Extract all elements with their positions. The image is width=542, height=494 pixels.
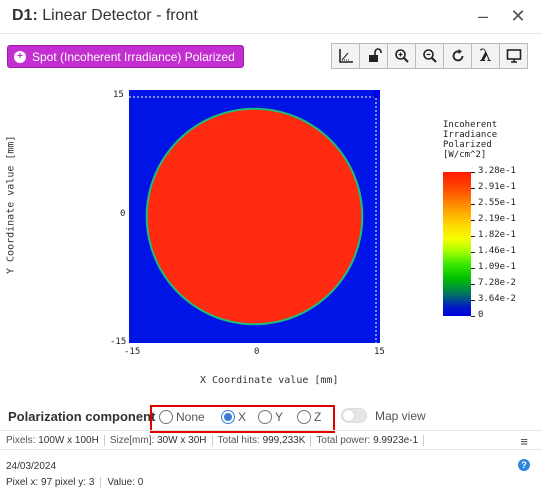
status-total-hits: Total hits: 999,233K <box>217 434 312 446</box>
refresh-icon <box>452 49 463 62</box>
radio-selected-icon <box>221 410 235 424</box>
status-pixels: Pixels: 100W x 100H <box>6 434 105 446</box>
colorbar-tick <box>471 204 475 205</box>
spot-type-label: Spot (Incoherent Irradiance) Polarized <box>32 49 235 64</box>
colorbar-label: 2.55e-1 <box>478 198 516 208</box>
minimize-button[interactable]: – <box>470 4 496 28</box>
colorbar-tick <box>471 268 475 269</box>
colorbar <box>443 172 471 316</box>
colorbar-label: 1.09e-1 <box>478 262 516 272</box>
axes-button[interactable] <box>331 43 360 69</box>
colorbar-label: 2.19e-1 <box>478 214 516 224</box>
colorbar-tick <box>471 252 475 253</box>
colorbar-label: 2.91e-1 <box>478 182 516 192</box>
radio-y[interactable]: Y <box>258 410 283 424</box>
status-value: 30W x 30H <box>157 434 207 446</box>
colorbar-tick <box>471 188 475 189</box>
y-axis-title: Y Coordinate value [mm] <box>5 135 17 275</box>
y-tick-label: -15 <box>110 337 127 347</box>
radio-circle-icon <box>258 410 272 424</box>
y-tick-label: 0 <box>120 209 126 219</box>
status-key: Total power: <box>316 434 371 446</box>
colorbar-tick <box>471 284 475 285</box>
colorbar-label: 7.28e-2 <box>478 278 516 288</box>
colorbar-tick <box>471 220 475 221</box>
radio-z[interactable]: Z <box>297 410 321 424</box>
colorbar-title-line: [W/cm^2] <box>443 150 487 160</box>
unlock-button[interactable] <box>359 43 388 69</box>
colorbar-tick <box>471 236 475 237</box>
colorbar-title-line: Irradiance <box>443 130 498 140</box>
pixel-position: Pixel x: 97 pixel y: 3 <box>6 477 95 488</box>
status-value: 100W x 100H <box>38 434 99 446</box>
colorbar-tick <box>471 316 475 317</box>
radio-label: X <box>238 410 247 424</box>
pixel-value: Value: 0 <box>107 477 144 488</box>
colorbar-label: 0 <box>478 310 484 320</box>
monitor-icon <box>506 49 521 63</box>
zoom-in-icon <box>394 49 409 63</box>
radio-none[interactable]: None <box>159 410 205 424</box>
colorbar-tick <box>471 300 475 301</box>
selected-pixel-marker <box>373 90 380 98</box>
map-view-label: Map view <box>375 409 426 423</box>
zoom-in-button[interactable] <box>387 43 416 69</box>
status-key: Total hits: <box>217 434 260 446</box>
heatmap-plot[interactable] <box>129 90 380 343</box>
display-button[interactable] <box>499 43 528 69</box>
map-view-toggle[interactable] <box>341 408 367 423</box>
x-axis-title: X Coordinate value [mm] <box>200 375 339 386</box>
date-label: 24/03/2024 <box>6 461 57 472</box>
radio-circle-icon <box>159 410 173 424</box>
close-icon: ✕ <box>510 5 526 26</box>
colorbar-label: 3.28e-1 <box>478 166 516 176</box>
status-size: Size[mm]: 30W x 30H <box>109 434 213 446</box>
y-tick-label: 15 <box>113 90 124 100</box>
plus-circle-icon: + <box>14 50 26 63</box>
colorbar-title: Incoherent Irradiance Polarized [W/cm^2] <box>443 120 523 160</box>
help-icon[interactable]: ? <box>518 459 530 471</box>
zoom-out-icon <box>422 49 437 63</box>
status-value: 9.9923e-1 <box>373 434 419 446</box>
plot-toolbar: λ <box>331 43 528 69</box>
zoom-out-button[interactable] <box>415 43 444 69</box>
pixel-info: Pixel x: 97 pixel y: 3 Value: 0 <box>6 477 143 488</box>
radio-circle-icon <box>297 410 311 424</box>
status-key: Pixels: <box>6 434 36 446</box>
radio-label: Z <box>314 410 322 424</box>
polarization-row: Polarization component None X Y Z <box>0 405 542 433</box>
status-key: Size[mm]: <box>109 434 155 446</box>
detector-id: D1: <box>12 7 38 24</box>
unlock-icon <box>368 48 382 62</box>
lambda-icon: λ <box>479 46 492 66</box>
refresh-button[interactable] <box>443 43 472 69</box>
minimize-icon: – <box>477 5 488 26</box>
axes-icon <box>338 49 353 63</box>
radio-label: None <box>176 410 205 424</box>
irradiance-spot <box>147 109 362 324</box>
colorbar-label: 1.82e-1 <box>478 230 516 240</box>
radio-label: Y <box>275 410 284 424</box>
status-total-power: Total power: 9.9923e-1 <box>316 434 425 446</box>
spot-type-button[interactable]: + Spot (Incoherent Irradiance) Polarized <box>7 45 244 68</box>
colorbar-label: 3.64e-2 <box>478 294 516 304</box>
close-button[interactable]: ✕ <box>505 4 531 28</box>
radio-x[interactable]: X <box>221 410 246 424</box>
x-tick-label: 15 <box>374 347 385 357</box>
x-tick-label: 0 <box>254 347 260 357</box>
hamburger-menu-icon[interactable]: ≡ <box>520 434 528 449</box>
polarization-label: Polarization component <box>8 409 156 424</box>
wavelength-button[interactable]: λ <box>471 43 500 69</box>
window-title: D1: Linear Detector - front <box>12 7 198 25</box>
colorbar-title-line: Polarized <box>443 140 492 150</box>
title-bar: D1: Linear Detector - front – ✕ <box>0 0 542 34</box>
detector-name: Linear Detector - front <box>42 7 198 24</box>
colorbar-title-line: Incoherent <box>443 120 498 130</box>
colorbar-tick <box>471 172 475 173</box>
status-bar: Pixels: 100W x 100H Size[mm]: 30W x 30H … <box>0 430 542 450</box>
colorbar-label: 1.46e-1 <box>478 246 516 256</box>
status-value: 999,233K <box>262 434 306 446</box>
x-tick-label: -15 <box>124 347 141 357</box>
